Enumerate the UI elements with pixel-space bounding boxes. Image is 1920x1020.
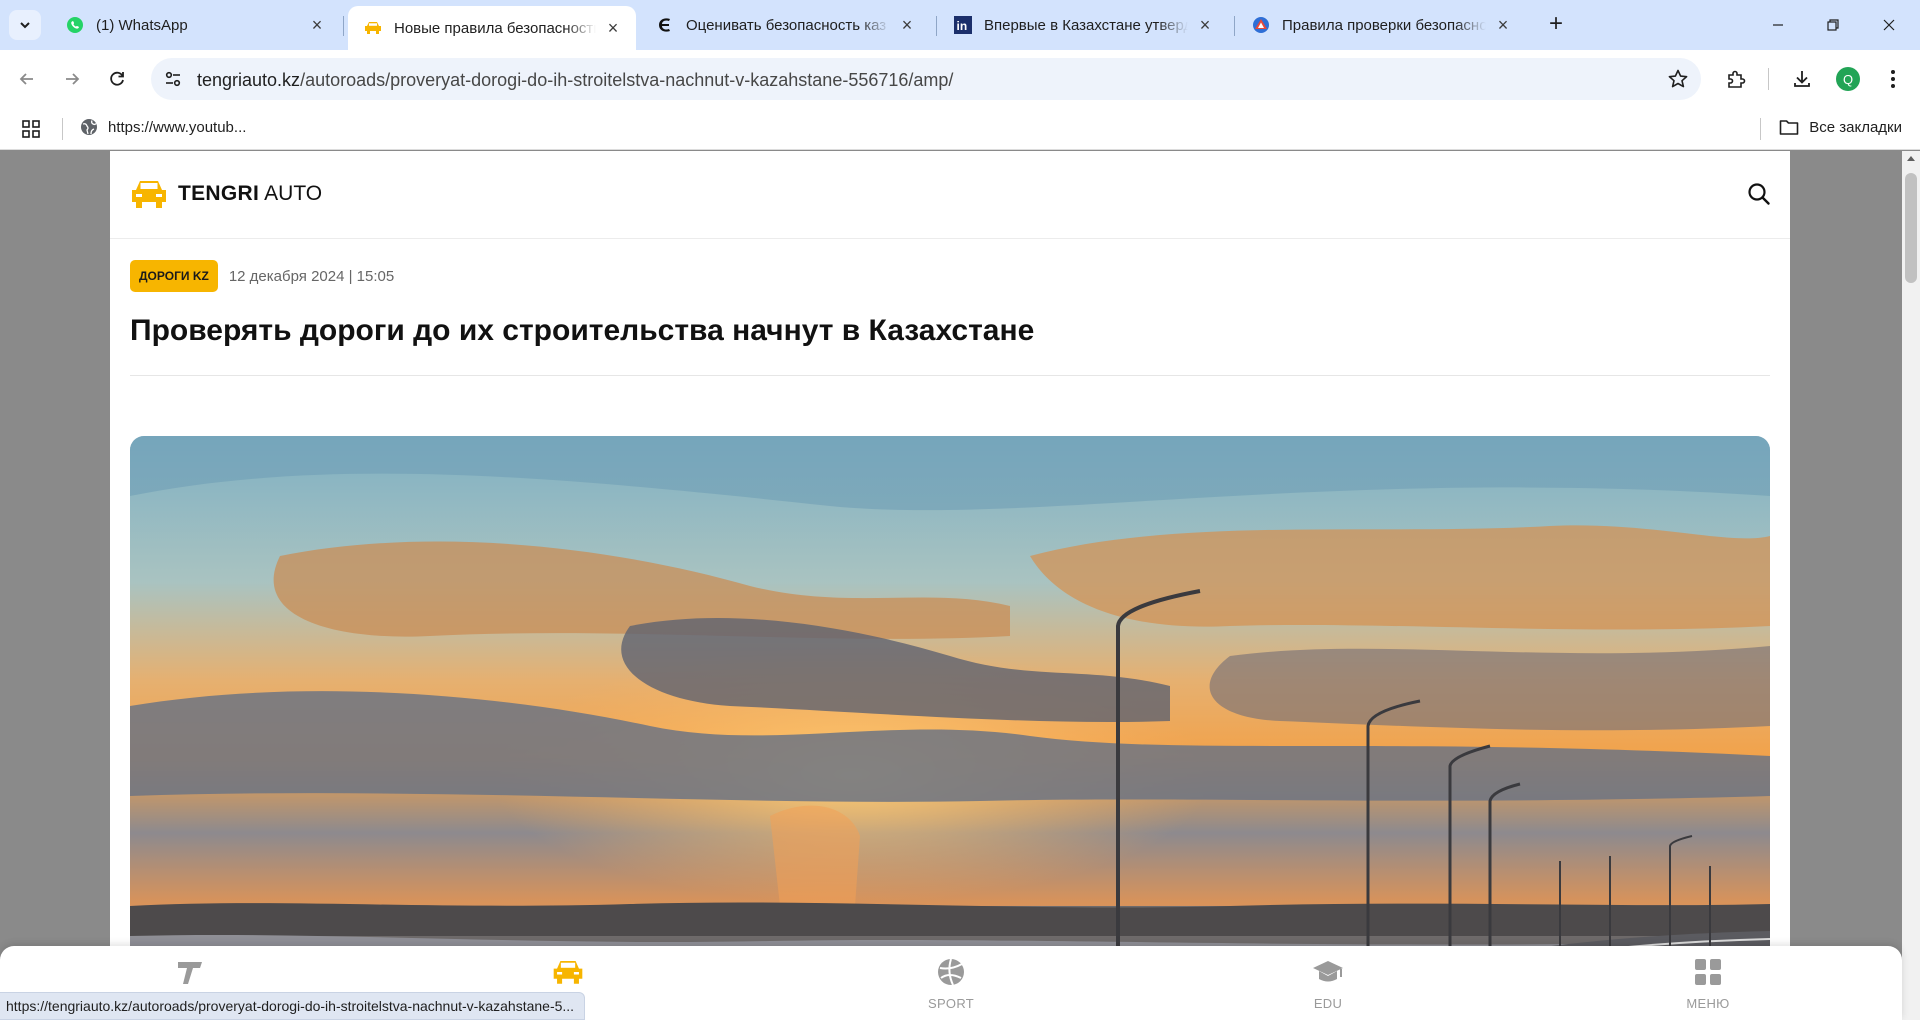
profile-avatar[interactable]: Q — [1836, 67, 1860, 91]
nav-auto[interactable] — [508, 956, 628, 988]
download-icon — [1794, 71, 1810, 87]
tab-rules[interactable]: Правила проверки безопасно × — [1236, 6, 1526, 44]
apps-grid-icon[interactable] — [22, 120, 40, 138]
page-viewport: TENGRI AUTO ДОРОГИ KZ 12 декабря 2024 | … — [0, 151, 1902, 1020]
page-scrollbar[interactable] — [1902, 151, 1920, 1020]
e-logo-icon — [656, 16, 674, 34]
tab-title: (1) WhatsApp — [96, 16, 188, 34]
tab-whatsapp[interactable]: (1) WhatsApp × — [50, 6, 340, 44]
close-tab-icon[interactable]: × — [1494, 15, 1512, 35]
search-icon[interactable] — [1746, 181, 1772, 207]
close-icon — [1883, 19, 1895, 31]
nav-label: SPORT — [927, 996, 975, 1011]
restore-icon — [1827, 19, 1839, 31]
graduation-cap-icon — [1313, 961, 1343, 982]
minimize-icon — [1773, 24, 1783, 26]
nav-label: EDU — [1313, 996, 1343, 1011]
article-meta: ДОРОГИ KZ 12 декабря 2024 | 15:05 — [130, 260, 394, 292]
bookmark-youtube[interactable]: https://www.youtub... — [80, 118, 246, 136]
kebab-menu-icon — [1891, 70, 1895, 88]
in-logo-icon: in — [954, 16, 972, 34]
address-bar[interactable]: tengriauto.kz/autoroads/proveryat-dorogi… — [151, 58, 1701, 100]
url-path: /autoroads/proveryat-dorogi-do-ih-stroit… — [300, 70, 954, 90]
puzzle-icon — [1728, 70, 1746, 88]
brand-light: AUTO — [264, 182, 323, 205]
tab-e-source[interactable]: Оценивать безопасность каз × — [640, 6, 930, 44]
sunset-road-photo — [130, 436, 1770, 1020]
browser-toolbar: tengriauto.kz/autoroads/proveryat-dorogi… — [0, 50, 1920, 108]
ball-icon — [938, 958, 964, 986]
auto-car-icon — [553, 961, 583, 984]
brand-bold: TENGRI — [178, 182, 260, 205]
nav-label: МЕНЮ — [1686, 996, 1730, 1011]
site-logo[interactable]: TENGRI AUTO — [130, 177, 322, 211]
nav-tengri[interactable] — [130, 956, 250, 988]
tengri-t-icon — [178, 962, 202, 984]
tab-separator — [1234, 16, 1235, 36]
browser-menu-button[interactable] — [1877, 63, 1909, 95]
tab-strip: (1) WhatsApp × Новые правила безопасност… — [0, 0, 1920, 50]
extensions-button[interactable] — [1720, 63, 1752, 95]
forward-button[interactable] — [56, 63, 88, 95]
article-title: Проверять дороги до их строительства нач… — [130, 314, 1035, 347]
chevron-down-icon — [20, 22, 30, 29]
bookmarks-bar: https://www.youtub... Все закладки — [0, 108, 1920, 150]
title-divider — [130, 375, 1770, 376]
arrow-left-icon — [19, 73, 33, 85]
tengri-car-logo-icon — [132, 181, 166, 208]
whatsapp-icon — [66, 16, 84, 34]
downloads-button[interactable] — [1786, 63, 1818, 95]
tab-title: Правила проверки безопасно — [1282, 16, 1486, 34]
category-badge[interactable]: ДОРОГИ KZ — [130, 260, 218, 292]
all-bookmarks-label: Все закладки — [1809, 118, 1902, 136]
nav-edu[interactable]: EDU — [1268, 956, 1388, 1011]
triangle-logo-icon — [1252, 16, 1270, 34]
close-tab-icon[interactable]: × — [898, 15, 916, 35]
restore-button[interactable] — [1818, 10, 1848, 40]
arrow-right-icon — [66, 73, 80, 85]
nav-sport[interactable]: SPORT — [891, 956, 1011, 1011]
reload-button[interactable] — [101, 63, 133, 95]
url-domain: tengriauto.kz — [197, 70, 301, 90]
article-date: 12 декабря 2024 | 15:05 — [228, 267, 395, 285]
nav-menu[interactable]: МЕНЮ — [1648, 956, 1768, 1011]
tab-inform[interactable]: in Впервые в Казахстане утверди × — [938, 6, 1228, 44]
grid-menu-icon — [1695, 959, 1721, 985]
hero-image — [130, 436, 1770, 1020]
site-header: TENGRI AUTO — [110, 151, 1790, 239]
back-button[interactable] — [11, 63, 43, 95]
tab-active-tengri[interactable]: Новые правила безопасности × — [348, 6, 636, 50]
tab-search-button[interactable] — [9, 10, 41, 40]
tab-title: Впервые в Казахстане утверди — [984, 16, 1188, 34]
close-window-button[interactable] — [1874, 10, 1904, 40]
close-tab-icon[interactable]: × — [604, 18, 622, 38]
bookmark-star-icon[interactable] — [1667, 68, 1689, 90]
url-text: tengriauto.kz/autoroads/proveryat-dorogi… — [197, 70, 953, 91]
toolbar-separator — [1768, 68, 1769, 90]
bookmarks-separator — [62, 118, 63, 140]
tab-title: Новые правила безопасности — [394, 19, 596, 37]
tengri-car-icon — [364, 19, 382, 37]
site-settings-icon[interactable] — [163, 69, 183, 89]
folder-icon — [1779, 120, 1799, 135]
article-page: TENGRI AUTO ДОРОГИ KZ 12 декабря 2024 | … — [110, 151, 1790, 1020]
scroll-thumb[interactable] — [1905, 173, 1917, 283]
scroll-up-arrow-icon[interactable] — [1907, 156, 1915, 161]
tab-separator — [343, 16, 344, 36]
new-tab-button[interactable]: + — [1543, 12, 1569, 38]
close-tab-icon[interactable]: × — [308, 15, 326, 35]
close-tab-icon[interactable]: × — [1196, 15, 1214, 35]
bookmark-label: https://www.youtub... — [108, 118, 247, 136]
tab-separator — [936, 16, 937, 36]
minimize-button[interactable] — [1763, 10, 1793, 40]
globe-icon — [81, 119, 97, 135]
svg-text:in: in — [957, 19, 968, 33]
bookmarks-separator — [1760, 118, 1761, 140]
link-status-bubble: https://tengriauto.kz/autoroads/proverya… — [0, 992, 586, 1020]
all-bookmarks-button[interactable]: Все закладки — [1779, 118, 1902, 136]
tab-title: Оценивать безопасность каз — [686, 16, 887, 34]
reload-icon — [110, 71, 124, 86]
